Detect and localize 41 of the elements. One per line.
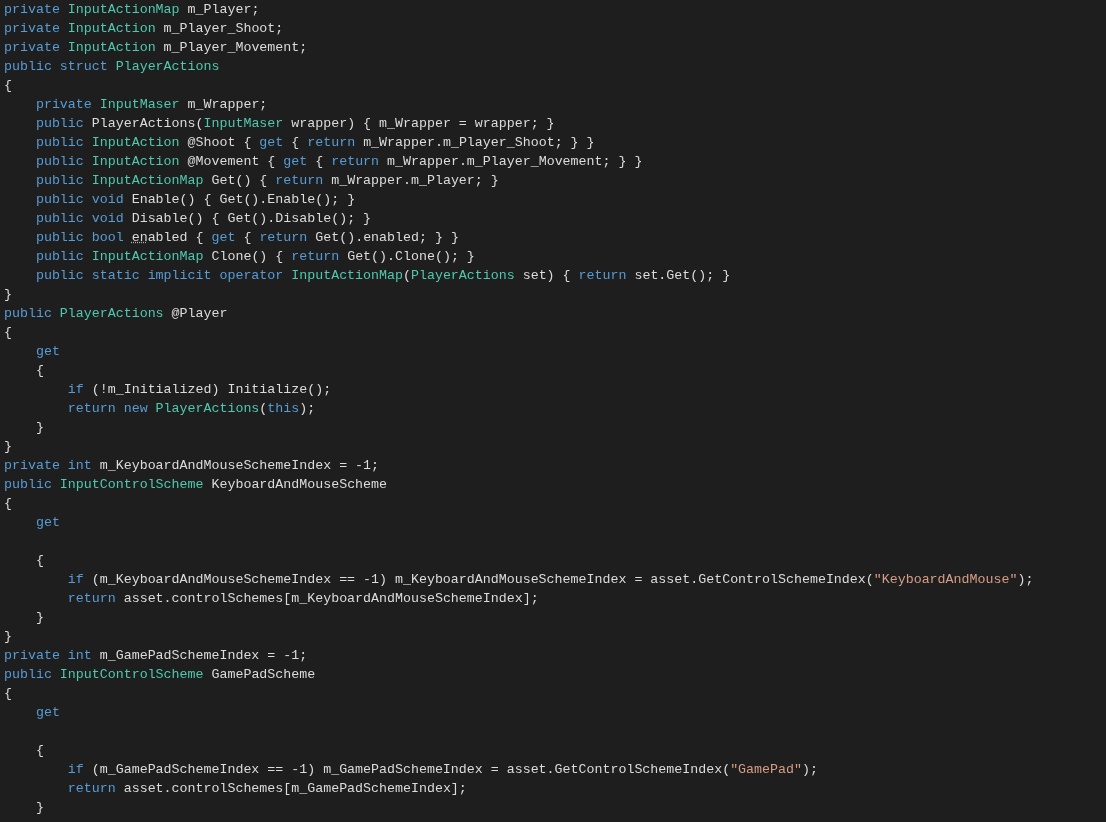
code-line: if (m_GamePadSchemeIndex == -1) m_GamePadSchemeIndex = asset.GetControlSchemeIndex("GamePad"); [66, 761, 818, 779]
code-line: { [4, 77, 12, 95]
code-line: private InputActionMap m_Player; [4, 1, 260, 19]
code-line: } [34, 799, 44, 817]
code-line: public void Enable() { Get().Enable(); } [34, 191, 356, 209]
code-line: return asset.controlSchemes[m_KeyboardAndMouseSchemeIndex]; [66, 590, 539, 608]
code-line: private int m_GamePadSchemeIndex = -1; [4, 647, 308, 665]
code-line: public static implicit operator InputActionMap(PlayerActions set) { return set.Get(); } [34, 267, 731, 285]
code-line: public InputActionMap Get() { return m_Wrapper.m_Player; } [34, 172, 499, 190]
code-line: public InputControlScheme GamePadScheme [4, 666, 316, 684]
code-line: private int m_KeyboardAndMouseSchemeIndex = -1; [4, 457, 380, 475]
code-line: if (m_KeyboardAndMouseSchemeIndex == -1) m_KeyboardAndMouseSchemeIndex = asset.GetControlSchemeIndex("KeyboardAndMouse"); [66, 571, 1034, 589]
code-line: private InputMaser m_Wrapper; [34, 96, 268, 114]
code-line: get [34, 704, 60, 722]
code-line: get [34, 514, 60, 532]
code-line: { [4, 685, 12, 703]
code-line: } [4, 438, 12, 456]
code-line: { [4, 324, 12, 342]
code-line: } [4, 286, 12, 304]
code-line: public bool enabled { get { return Get().enabled; } } [34, 229, 459, 247]
code-line: } [34, 609, 44, 627]
code-line: public InputControlScheme KeyboardAndMouseScheme [4, 476, 388, 494]
code-line: private InputAction m_Player_Shoot; [4, 20, 284, 38]
code-line: public PlayerActions @Player [4, 305, 228, 323]
code-line: get [34, 343, 60, 361]
code-line: public InputActionMap Clone() { return Get().Clone(); } [34, 248, 475, 266]
code-line: { [4, 495, 12, 513]
code-line: { [34, 362, 44, 380]
code-line: return new PlayerActions(this); [66, 400, 316, 418]
code-line: { [34, 742, 44, 760]
code-line: } [4, 628, 12, 646]
code-line: { [34, 552, 44, 570]
code-line: public void Disable() { Get().Disable(); } [34, 210, 372, 228]
code-line: public PlayerActions(InputMaser wrapper) { m_Wrapper = wrapper; } [34, 115, 555, 133]
code-line: private InputAction m_Player_Movement; [4, 39, 308, 57]
code-line: } [34, 419, 44, 437]
code-line: public InputAction @Shoot { get { return m_Wrapper.m_Player_Shoot; } } [34, 134, 595, 152]
code-line: return asset.controlSchemes[m_GamePadSchemeIndex]; [66, 780, 467, 798]
code-line: public struct PlayerActions [4, 58, 220, 76]
code-line: public InputAction @Movement { get { return m_Wrapper.m_Player_Movement; } } [34, 153, 643, 171]
code-line: if (!m_Initialized) Initialize(); [66, 381, 332, 399]
